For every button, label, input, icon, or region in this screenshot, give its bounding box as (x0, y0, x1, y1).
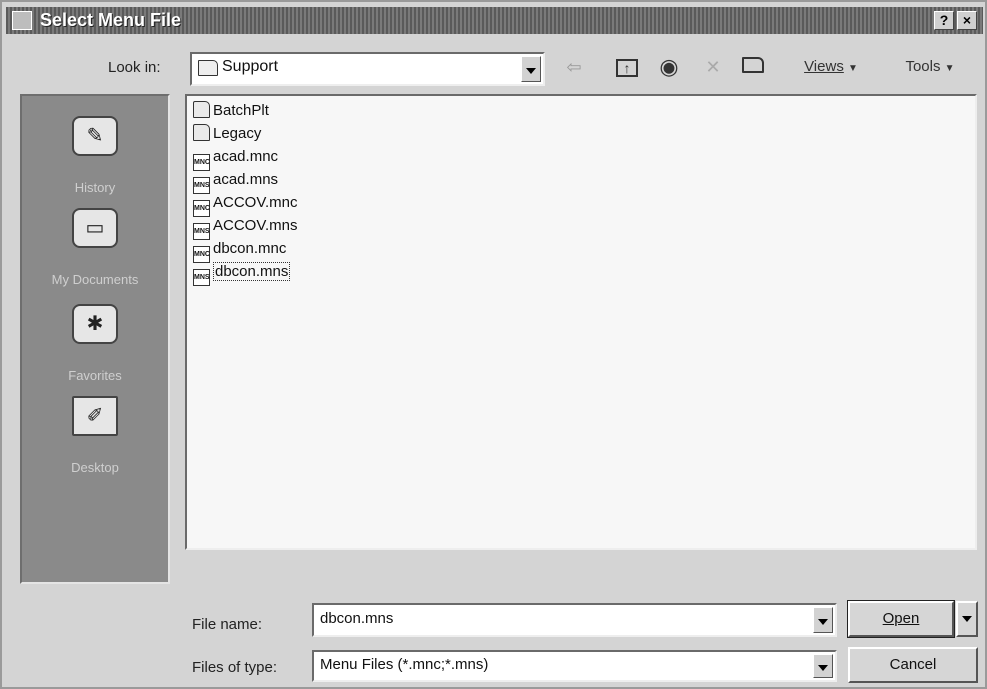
file-list[interactable]: BatchPlt Legacy MNC acad.mnc MNS acad.mns … (185, 94, 977, 550)
views-arrow-icon: ▼ (848, 63, 858, 74)
open-button[interactable]: Open (847, 600, 955, 638)
views-menu[interactable]: Views ▼ (794, 54, 868, 80)
place-my-documents[interactable]: ▭ My Documents (22, 208, 168, 287)
dialog-title: Select Menu File (40, 10, 182, 30)
desktop-icon: ✐ (72, 396, 118, 436)
list-item[interactable]: MNS acad.mns (193, 169, 278, 194)
folder-icon (193, 124, 210, 141)
list-item-selected[interactable]: MNS dbcon.mns (193, 261, 291, 286)
folder-icon (193, 101, 210, 118)
file-name-dropdown-button[interactable] (813, 607, 833, 633)
list-item[interactable]: MNC ACCOV.mnc (193, 192, 297, 217)
place-favorites[interactable]: ✱ Favorites (22, 304, 168, 383)
look-in-value: Support (222, 58, 279, 75)
files-of-type-dropdown-button[interactable] (813, 654, 833, 678)
favorites-icon: ✱ (72, 304, 118, 344)
list-item[interactable]: MNC acad.mnc (193, 146, 278, 171)
my-documents-icon: ▭ (72, 208, 118, 248)
look-in-dropdown[interactable]: Support (190, 52, 545, 86)
tools-arrow-icon: ▼ (944, 63, 955, 74)
back-icon[interactable]: ⇦ (562, 54, 586, 80)
look-in-dropdown-button[interactable] (521, 56, 541, 82)
title-bar[interactable]: Select Menu File ? × (6, 7, 983, 34)
up-one-level-icon[interactable]: ↑ (614, 54, 640, 80)
file-name-field[interactable]: dbcon.mns (312, 603, 837, 637)
list-item[interactable]: BatchPlt (193, 100, 269, 121)
delete-icon[interactable]: ✕ (700, 54, 726, 80)
cancel-button[interactable]: Cancel (848, 647, 978, 683)
search-web-icon[interactable]: ◉ (656, 54, 682, 80)
select-menu-file-dialog: Select Menu File ? × Look in: Support ⇦ … (0, 0, 987, 689)
files-of-type-label: Files of type: (192, 659, 278, 676)
window-icon (12, 11, 32, 30)
file-name-label: File name: (192, 616, 263, 633)
help-button[interactable]: ? (934, 11, 954, 30)
close-button[interactable]: × (957, 11, 977, 30)
history-icon: ✎ (72, 116, 118, 156)
files-of-type-dropdown[interactable]: Menu Files (*.mnc;*.mns) (312, 650, 837, 682)
place-desktop[interactable]: ✐ Desktop (22, 396, 168, 475)
menu-file-icon: MNS (193, 269, 210, 286)
tools-menu[interactable]: Tools ▼ (880, 54, 980, 80)
views-label: Views (804, 58, 844, 75)
place-history[interactable]: ✎ History (22, 116, 168, 195)
chevron-down-icon (962, 616, 972, 622)
new-folder-icon[interactable] (740, 54, 766, 80)
list-item[interactable]: MNC dbcon.mnc (193, 238, 286, 263)
open-options-button[interactable] (956, 601, 978, 637)
list-item[interactable]: Legacy (193, 123, 261, 144)
places-bar: ✎ History ▭ My Documents ✱ Favorites ✐ D… (20, 94, 170, 584)
look-in-label: Look in: (108, 59, 161, 76)
folder-icon (198, 60, 218, 76)
tools-label: Tools (905, 58, 941, 75)
list-item[interactable]: MNS ACCOV.mns (193, 215, 297, 240)
